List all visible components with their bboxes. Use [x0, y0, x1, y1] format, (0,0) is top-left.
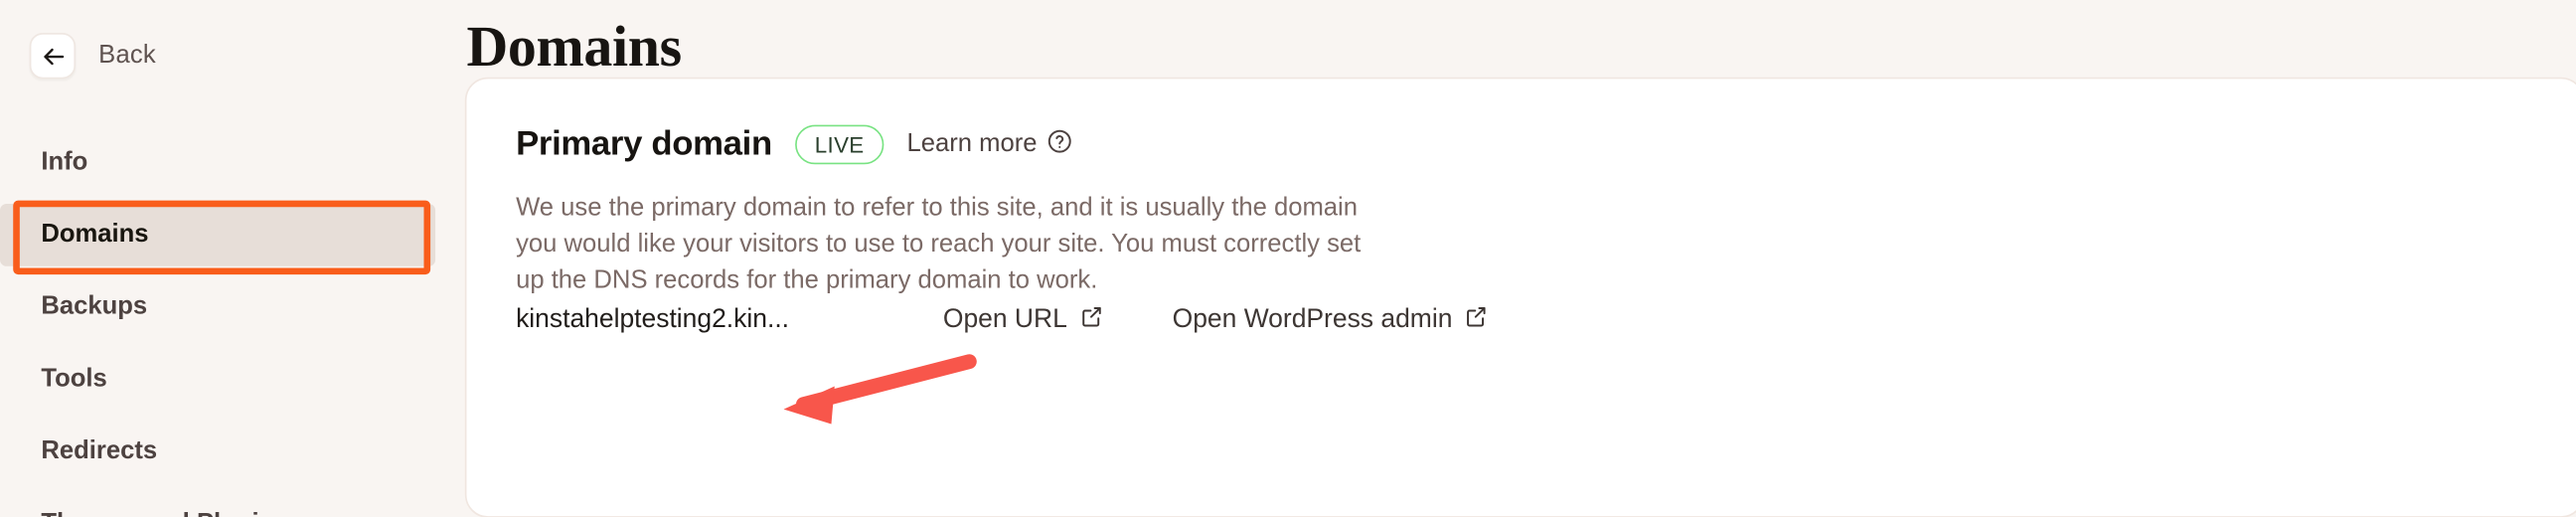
sidebar-item-label: Themes and Plugins: [41, 509, 288, 517]
status-badge: LIVE: [794, 124, 885, 165]
app-viewport: Back Info Domains Backups Tools Redirect…: [0, 0, 2576, 517]
sidebar: Back Info Domains Backups Tools Redirect…: [0, 0, 436, 517]
sidebar-item-label: Domains: [41, 220, 149, 249]
sidebar-item-label: Info: [41, 147, 88, 176]
sidebar-item-themes-and-plugins[interactable]: Themes and Plugins: [0, 493, 435, 517]
question-circle-icon: [1046, 127, 1072, 162]
external-link-icon: [1464, 304, 1489, 337]
main-content: Domains Primary domain LIVE Learn more W…: [464, 0, 2576, 517]
open-wordpress-admin-link[interactable]: Open WordPress admin: [1173, 304, 1489, 337]
arrow-left-icon: [39, 42, 67, 70]
back-label: Back: [98, 41, 156, 70]
card-description: We use the primary domain to refer to th…: [516, 194, 1362, 294]
sidebar-nav: Info Domains Backups Tools Redirects The…: [0, 131, 436, 517]
open-url-link[interactable]: Open URL: [943, 304, 1103, 337]
primary-domain-row: kinstahelptesting2.kin... Open URL Open …: [516, 304, 1489, 337]
card-title: Primary domain: [516, 124, 772, 163]
open-wordpress-admin-label: Open WordPress admin: [1172, 305, 1453, 334]
back-button[interactable]: [29, 33, 77, 80]
sidebar-item-info[interactable]: Info: [0, 131, 435, 194]
learn-more-link[interactable]: Learn more: [907, 127, 1073, 162]
learn-more-label: Learn more: [906, 129, 1038, 158]
screenshot-root: Back Info Domains Backups Tools Redirect…: [0, 0, 2576, 517]
card-header: Primary domain LIVE Learn more: [516, 124, 2533, 165]
sidebar-item-label: Backups: [41, 292, 148, 321]
page-title: Domains: [466, 14, 682, 80]
sidebar-item-label: Redirects: [41, 436, 158, 465]
external-link-icon: [1078, 304, 1103, 337]
primary-domain-name: kinstahelptesting2.kin...: [516, 305, 790, 334]
sidebar-item-redirects[interactable]: Redirects: [0, 421, 435, 483]
open-url-label: Open URL: [942, 305, 1067, 334]
primary-domain-card: Primary domain LIVE Learn more We use th…: [464, 77, 2576, 517]
sidebar-item-tools[interactable]: Tools: [0, 348, 435, 411]
sidebar-item-backups[interactable]: Backups: [0, 276, 435, 339]
sidebar-item-domains[interactable]: Domains: [0, 203, 436, 266]
back-navigation[interactable]: Back: [29, 33, 156, 80]
sidebar-item-label: Tools: [41, 364, 107, 394]
